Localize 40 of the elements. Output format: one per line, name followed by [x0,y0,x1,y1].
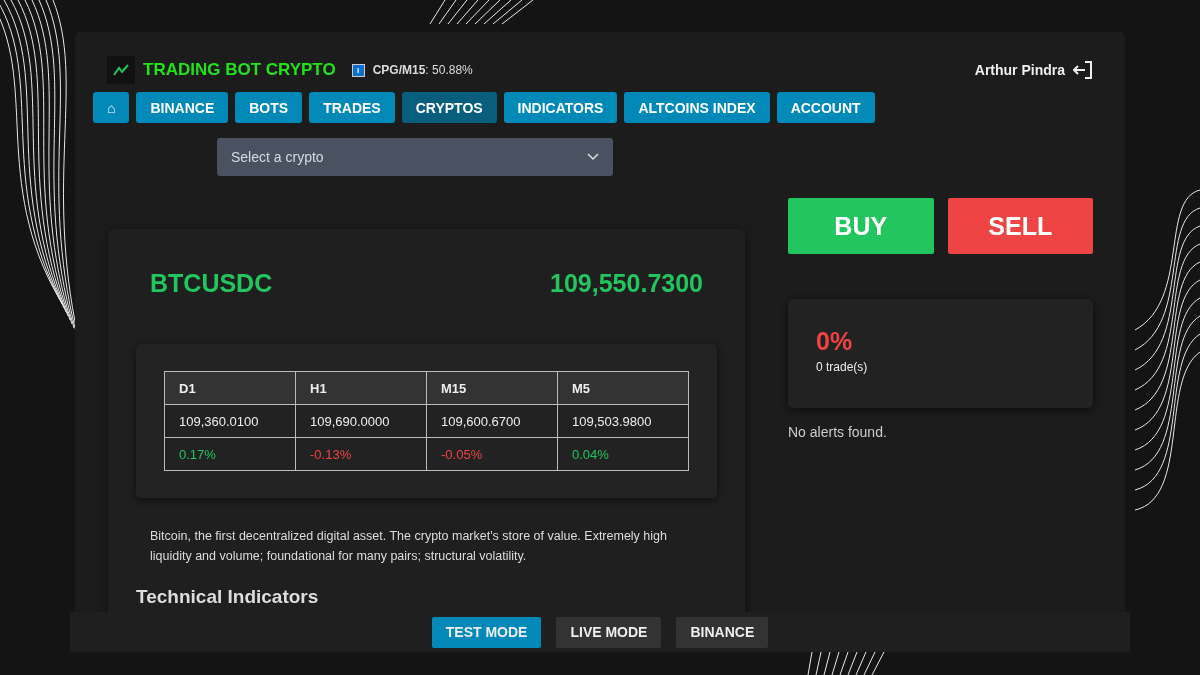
nav-tab[interactable]: TRADES [309,92,395,123]
table-cell: 109,690.0000 [296,405,427,438]
nav-tab[interactable]: CRYPTOS [401,92,497,123]
nav-tab[interactable]: ALTCOINS INDEX [624,92,770,123]
table-cell: -0.05% [427,438,558,471]
mode-button[interactable]: BINANCE [676,616,769,648]
nav-tab[interactable]: BINANCE [136,92,229,123]
table-cell: 0.04% [558,438,689,471]
nav-tab[interactable]: INDICATORS [503,92,618,123]
logout-icon[interactable] [1073,61,1093,79]
nav-tab[interactable]: ⌂ [93,92,130,123]
table-cell: 0.17% [165,438,296,471]
buy-button[interactable]: BUY [788,198,934,254]
crypto-select[interactable]: Select a crypto [217,138,613,176]
nav-tab[interactable]: BOTS [235,92,303,123]
mode-button[interactable]: LIVE MODE [556,616,662,648]
asset-price: 109,550.7300 [550,269,703,298]
asset-description: Bitcoin, the first decentralized digital asset. The crypto market's store of value. Extremely high liquidity and volume; foundational for many pairs; structural volatility. [150,528,668,565]
column-header: M5 [558,372,689,405]
column-header: D1 [165,372,296,405]
metric-text: CPG/M15: 50.88% [372,63,473,77]
profit-value: 0% [816,327,854,356]
section-heading: Technical Indicators [136,586,320,608]
column-header: M15 [427,372,558,405]
info-badge: i [351,63,365,77]
nav-tab[interactable]: ACCOUNT [776,92,875,123]
table-cell: 109,360.0100 [165,405,296,438]
mode-button[interactable]: TEST MODE [431,616,542,648]
chevron-down-icon [587,153,599,161]
user-name: Arthur Pindra [974,62,1065,78]
app-title: TRADING BOT CRYPTO [143,60,336,80]
table-cell: -0.13% [296,438,427,471]
trade-count: 0 trade(s) [816,360,869,374]
chart-logo-icon [107,56,135,84]
alerts-message: No alerts found. [788,424,888,440]
table-cell: 109,600.6700 [427,405,558,438]
column-header: H1 [296,372,427,405]
sell-button[interactable]: SELL [947,198,1093,254]
table-cell: 109,503.9800 [558,405,689,438]
asset-symbol: BTCUSDC [150,269,273,298]
